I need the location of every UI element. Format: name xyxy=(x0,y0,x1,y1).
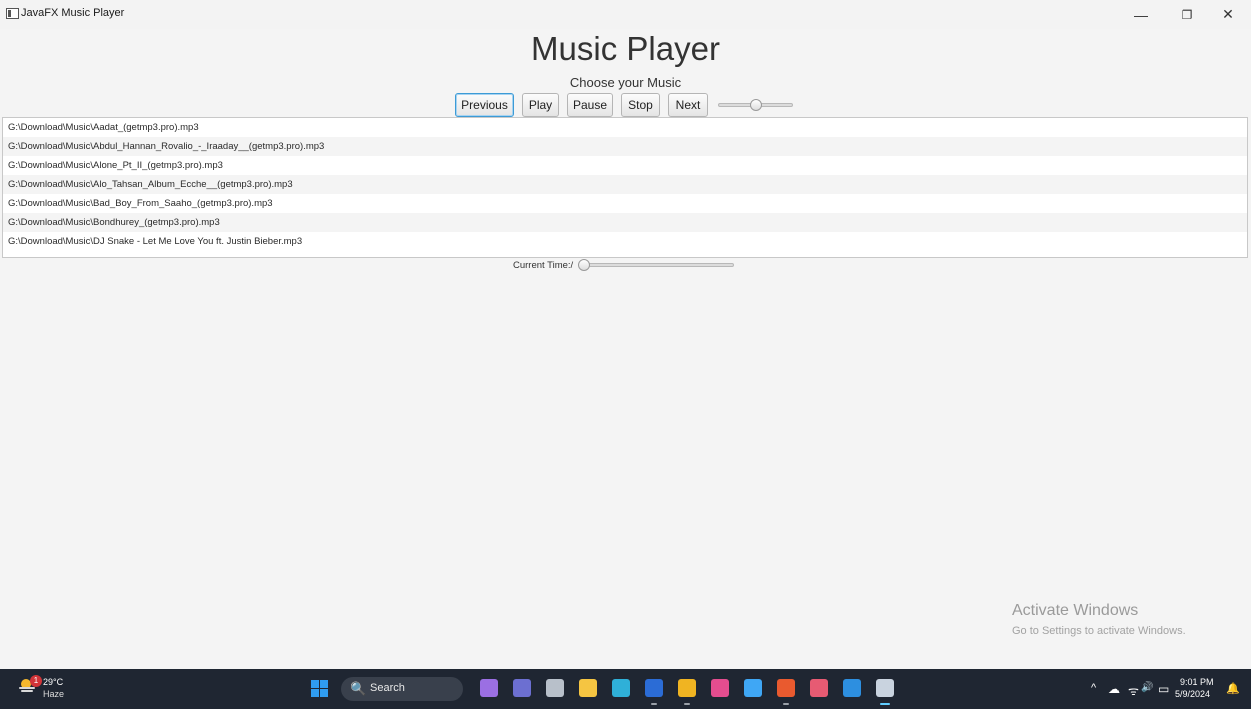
copilot-icon[interactable] xyxy=(480,679,498,697)
search-icon: 🔍 xyxy=(350,681,367,696)
xampp-icon[interactable] xyxy=(810,679,828,697)
playlist-item[interactable]: G:\Download\Music\Bad_Boy_From_Saaho_(ge… xyxy=(3,194,1247,213)
running-indicator xyxy=(783,703,789,705)
wifi-icon[interactable]: ᯤ xyxy=(1128,682,1139,699)
running-indicator xyxy=(684,703,690,705)
app-window-icon xyxy=(6,8,19,19)
playlist-item[interactable]: G:\Download\Music\Abdul_Hannan_Rovalio_-… xyxy=(3,137,1247,156)
time-slider-thumb[interactable] xyxy=(578,259,590,271)
chrome-icon[interactable] xyxy=(678,679,696,697)
stop-button[interactable]: Stop xyxy=(621,93,660,117)
previous-button[interactable]: Previous xyxy=(455,93,514,117)
clock-date[interactable]: 5/9/2024 xyxy=(1175,689,1210,699)
volume-slider-thumb[interactable] xyxy=(749,99,762,111)
next-button[interactable]: Next xyxy=(668,93,708,117)
playlist-item[interactable]: G:\Download\Music\Alo_Tahsan_Album_Ecche… xyxy=(3,175,1247,194)
playlist[interactable]: G:\Download\Music\Aadat_(getmp3.pro).mp3… xyxy=(2,117,1248,258)
vscode-icon[interactable] xyxy=(843,679,861,697)
activate-windows-subtitle: Go to Settings to activate Windows. xyxy=(1012,625,1186,637)
window-titlebar: JavaFX Music Player — ❐ ✕ xyxy=(0,0,1251,29)
play-button[interactable]: Play xyxy=(522,93,559,117)
intellij-icon[interactable] xyxy=(711,679,729,697)
volume-icon[interactable]: 🔊 xyxy=(1141,682,1153,693)
playlist-item[interactable]: G:\Download\Music\DJ Snake - Let Me Love… xyxy=(3,232,1247,251)
window-title: JavaFX Music Player xyxy=(21,7,125,19)
store-icon[interactable] xyxy=(777,679,795,697)
pause-button[interactable]: Pause xyxy=(567,93,613,117)
clock-time[interactable]: 9:01 PM xyxy=(1180,677,1214,687)
minimize-button[interactable]: — xyxy=(1118,0,1164,29)
close-button[interactable]: ✕ xyxy=(1205,0,1251,29)
notification-bell-icon[interactable]: 🔔 xyxy=(1226,682,1240,695)
restore-button[interactable]: ❐ xyxy=(1164,0,1210,29)
windows-start-icon[interactable] xyxy=(311,680,328,697)
search-label: Search xyxy=(370,682,405,694)
time-slider-track[interactable] xyxy=(578,263,734,267)
battery-icon[interactable]: ▭ xyxy=(1158,682,1169,696)
weather-condition[interactable]: Haze xyxy=(43,689,64,699)
app-title: Music Player xyxy=(531,30,720,67)
playlist-item[interactable]: G:\Download\Music\Alone_Pt_II_(getmp3.pr… xyxy=(3,156,1247,175)
taskbar-search[interactable]: 🔍 Search xyxy=(341,677,463,701)
weather-badge: 1 xyxy=(30,675,42,687)
running-indicator xyxy=(880,703,890,705)
playback-controls: Previous Play Pause Stop Next xyxy=(0,93,1251,117)
teams-icon[interactable] xyxy=(513,679,531,697)
app-subtitle: Choose your Music xyxy=(569,75,682,90)
app-cube-icon[interactable] xyxy=(744,679,762,697)
current-time-label: Current Time:/ xyxy=(513,260,574,271)
word-icon[interactable] xyxy=(645,679,663,697)
activate-windows-title: Activate Windows xyxy=(1012,602,1139,619)
playlist-item[interactable]: G:\Download\Music\Bondhurey_(getmp3.pro)… xyxy=(3,213,1247,232)
terminal-icon[interactable] xyxy=(546,679,564,697)
tray-chevron-icon[interactable]: ^ xyxy=(1091,682,1096,694)
onedrive-cloud-icon[interactable]: ☁ xyxy=(1108,682,1120,696)
weather-temperature[interactable]: 29°C xyxy=(43,677,63,687)
playlist-item[interactable]: G:\Download\Music\Aadat_(getmp3.pro).mp3 xyxy=(3,118,1247,137)
java-icon[interactable] xyxy=(876,679,894,697)
file-explorer-icon[interactable] xyxy=(579,679,597,697)
edge-icon[interactable] xyxy=(612,679,630,697)
running-indicator xyxy=(651,703,657,705)
